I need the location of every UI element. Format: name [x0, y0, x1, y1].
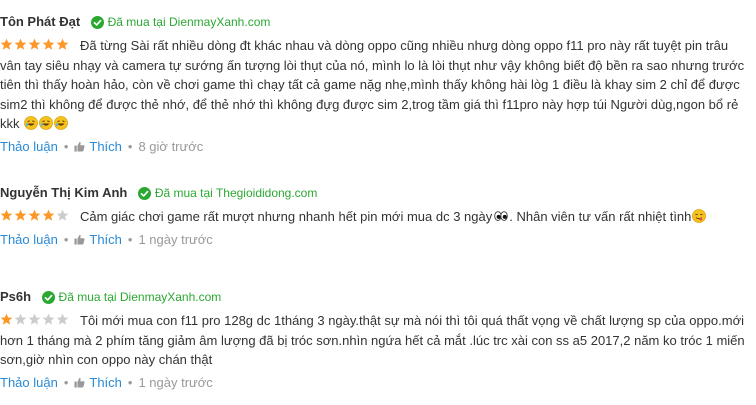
review-body: Đã từng Sài rất nhiều dòng đt khác nhau … [0, 36, 750, 134]
yum-emoji-icon [692, 209, 707, 223]
star-rating [0, 36, 70, 56]
star-filled-icon [0, 38, 13, 50]
review-text: Cảm giác chơi game rất mượt nhưng nhanh … [80, 209, 493, 224]
review-text-continued: . Nhân viên tư vấn rất nhiệt tình [509, 209, 692, 224]
eyes-emoji-icon [494, 211, 508, 221]
discuss-link[interactable]: Thảo luận [0, 375, 58, 390]
separator-dot: • [127, 138, 133, 154]
star-rating [0, 311, 70, 331]
rofl-emoji-icon [24, 116, 39, 130]
star-empty-icon [28, 313, 41, 325]
review-actions: Thảo luận • Thích • 1 ngày trước [0, 373, 750, 393]
separator-dot: • [127, 231, 133, 247]
review-time: 1 ngày trước [138, 231, 213, 247]
separator-dot: • [63, 138, 69, 154]
reviewer-name: Tôn Phát Đạt [0, 14, 81, 29]
check-circle-icon [41, 290, 55, 304]
rofl-emoji-icon [39, 116, 54, 130]
like-button[interactable]: Thích [74, 375, 122, 390]
star-filled-icon [28, 38, 41, 50]
verified-purchase-text: Đã mua tại Thegioididong.com [154, 186, 318, 200]
star-filled-icon [56, 38, 69, 50]
star-filled-icon [0, 313, 13, 325]
star-filled-icon [14, 209, 27, 221]
verified-purchase-badge: Đã mua tại DienmayXanh.com [90, 11, 271, 33]
review-list: Tôn Phát Đạt Đã mua tại DienmayXanh.com … [0, 0, 756, 405]
like-button[interactable]: Thích [74, 232, 122, 247]
verified-purchase-text: Đã mua tại DienmayXanh.com [58, 290, 222, 304]
star-empty-icon [42, 313, 55, 325]
like-label: Thích [89, 374, 122, 390]
review-actions: Thảo luận • Thích • 1 ngày trước [0, 230, 750, 250]
star-empty-icon [14, 313, 27, 325]
thumbs-up-icon [74, 377, 85, 388]
star-empty-icon [56, 209, 69, 221]
star-empty-icon [56, 313, 69, 325]
separator-dot: • [63, 374, 69, 390]
review-header: Nguyễn Thị Kim Anh Đã mua tại Thegioidid… [0, 182, 750, 204]
thumbs-up-icon [74, 234, 85, 245]
emoji-group [23, 116, 69, 131]
verified-purchase-badge: Đã mua tại DienmayXanh.com [41, 286, 222, 308]
separator-dot: • [63, 231, 69, 247]
like-button[interactable]: Thích [74, 139, 122, 154]
star-rating [0, 207, 70, 227]
like-label: Thích [89, 138, 122, 154]
star-filled-icon [42, 209, 55, 221]
thumbs-up-icon [74, 141, 85, 152]
verified-purchase-badge: Đã mua tại Thegioididong.com [137, 182, 318, 204]
check-circle-icon [137, 186, 151, 200]
review-body: Cảm giác chơi game rất mượt nhưng nhanh … [0, 207, 750, 227]
reviewer-name: Nguyễn Thị Kim Anh [0, 185, 128, 200]
review-text: Tôi mới mua con f11 pro 128g dc 1tháng 3… [0, 313, 745, 367]
review-text: Đã từng Sài rất nhiều dòng đt khác nhau … [0, 38, 745, 131]
review-item: Nguyễn Thị Kim Anh Đã mua tại Thegioidid… [0, 182, 750, 250]
review-time: 8 giờ trước [138, 138, 204, 154]
review-item: Tôn Phát Đạt Đã mua tại DienmayXanh.com … [0, 11, 750, 157]
like-label: Thích [89, 231, 122, 247]
star-filled-icon [28, 209, 41, 221]
check-circle-icon [90, 15, 104, 29]
review-header: Tôn Phát Đạt Đã mua tại DienmayXanh.com [0, 11, 750, 33]
rofl-emoji-icon [54, 116, 69, 130]
review-actions: Thảo luận • Thích • 8 giờ trước [0, 137, 750, 157]
discuss-link[interactable]: Thảo luận [0, 139, 58, 154]
star-filled-icon [0, 209, 13, 221]
review-item: Ps6h Đã mua tại DienmayXanh.com Tôi mới … [0, 286, 750, 393]
review-time: 1 ngày trước [138, 374, 213, 390]
star-filled-icon [42, 38, 55, 50]
separator-dot: • [127, 374, 133, 390]
review-body: Tôi mới mua con f11 pro 128g dc 1tháng 3… [0, 311, 750, 370]
star-filled-icon [14, 38, 27, 50]
reviewer-name: Ps6h [0, 289, 32, 304]
discuss-link[interactable]: Thảo luận [0, 232, 58, 247]
verified-purchase-text: Đã mua tại DienmayXanh.com [107, 15, 271, 29]
review-header: Ps6h Đã mua tại DienmayXanh.com [0, 286, 750, 308]
